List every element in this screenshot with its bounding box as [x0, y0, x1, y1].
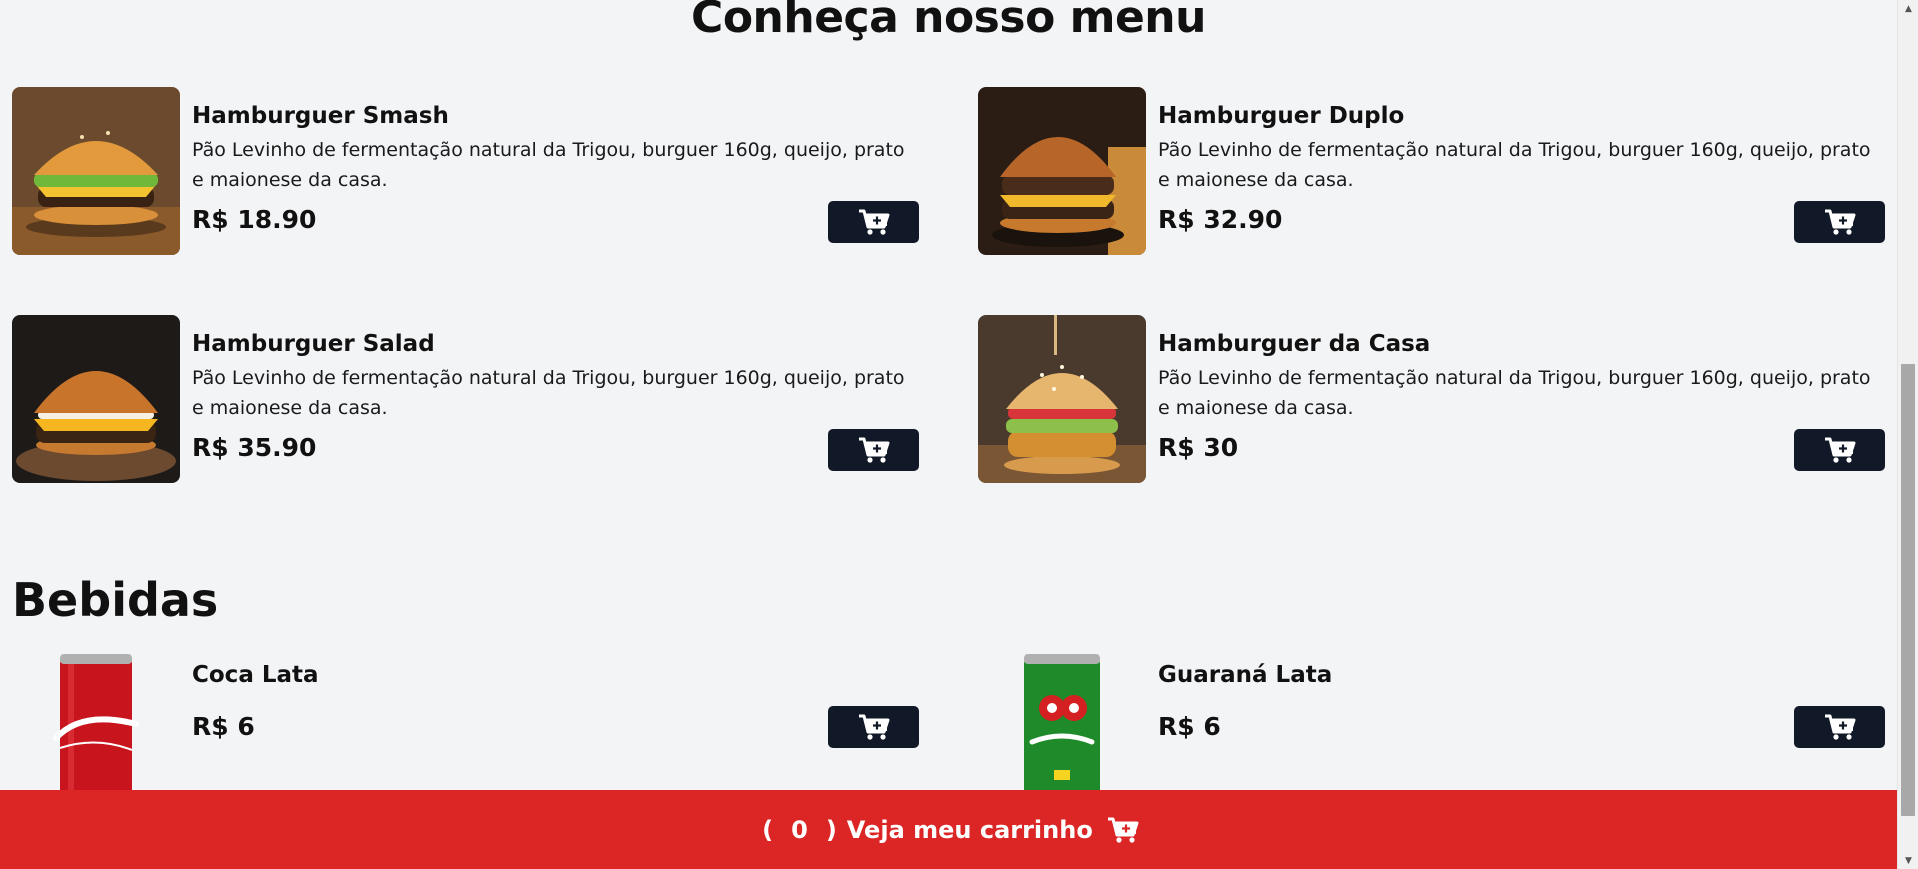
menu-item-description: Pão Levinho de fermentação natural da Tr…	[1158, 139, 1871, 191]
vertical-scrollbar[interactable]: ▲ ▼	[1897, 0, 1918, 869]
drink-item-name: Guaraná Lata	[1158, 662, 1333, 688]
menu-item-price: R$ 18.90	[192, 205, 317, 234]
cart-plus-icon	[1107, 817, 1139, 843]
cart-plus-icon	[858, 209, 889, 235]
menu-item-name: Hamburguer Duplo	[1158, 103, 1405, 129]
menu-item-description: Pão Levinho de fermentação natural da Tr…	[192, 139, 905, 191]
cart-plus-icon	[858, 714, 889, 740]
menu-item-name: Hamburguer Smash	[192, 103, 449, 129]
menu-item-name: Hamburguer Salad	[192, 331, 435, 357]
scrollbar-thumb[interactable]	[1901, 364, 1915, 816]
menu-title: Conheça nosso menu	[691, 0, 1206, 43]
cart-plus-icon	[858, 437, 889, 463]
menu-page: Conheça nosso menu Hamburguer Smash Pão …	[0, 0, 1897, 869]
view-cart-button[interactable]: ( 0 ) Veja meu carrinho	[0, 790, 1897, 869]
menu-item-card: Hamburguer Salad Pão Levinho de fermenta…	[12, 315, 919, 485]
add-to-cart-button[interactable]	[828, 706, 919, 748]
burger-salad-image	[12, 315, 180, 483]
menu-item-card: Hamburguer Duplo Pão Levinho de fermenta…	[978, 87, 1885, 257]
cart-close-paren: )	[825, 815, 837, 844]
menu-item-card: Hamburguer Smash Pão Levinho de fermenta…	[12, 87, 919, 257]
menu-item-price: R$ 35.90	[192, 433, 317, 462]
burger-duplo-image	[978, 87, 1146, 255]
cart-plus-icon	[1824, 714, 1855, 740]
menu-item-price: R$ 30	[1158, 433, 1239, 462]
drink-item-price: R$ 6	[192, 712, 255, 741]
add-to-cart-button[interactable]	[828, 201, 919, 243]
add-to-cart-button[interactable]	[828, 429, 919, 471]
menu-item-card: Hamburguer da Casa Pão Levinho de fermen…	[978, 315, 1885, 485]
cart-plus-icon	[1824, 437, 1855, 463]
menu-item-description: Pão Levinho de fermentação natural da Tr…	[1158, 367, 1871, 419]
add-to-cart-button[interactable]	[1794, 201, 1885, 243]
cart-plus-icon	[1824, 209, 1855, 235]
add-to-cart-button[interactable]	[1794, 429, 1885, 471]
burger-casa-image	[978, 315, 1146, 483]
menu-item-price: R$ 32.90	[1158, 205, 1283, 234]
scroll-down-icon[interactable]: ▼	[1898, 852, 1918, 869]
cart-open-paren: (	[762, 815, 774, 844]
menu-item-description: Pão Levinho de fermentação natural da Tr…	[192, 367, 905, 419]
add-to-cart-button[interactable]	[1794, 706, 1885, 748]
drinks-section-title: Bebidas	[12, 573, 219, 627]
drink-item-price: R$ 6	[1158, 712, 1221, 741]
menu-item-name: Hamburguer da Casa	[1158, 331, 1431, 357]
cart-label: Veja meu carrinho	[846, 815, 1093, 844]
burger-smash-image	[12, 87, 180, 255]
scroll-up-icon[interactable]: ▲	[1898, 0, 1918, 17]
cart-count: 0	[791, 815, 808, 844]
drink-item-name: Coca Lata	[192, 662, 319, 688]
